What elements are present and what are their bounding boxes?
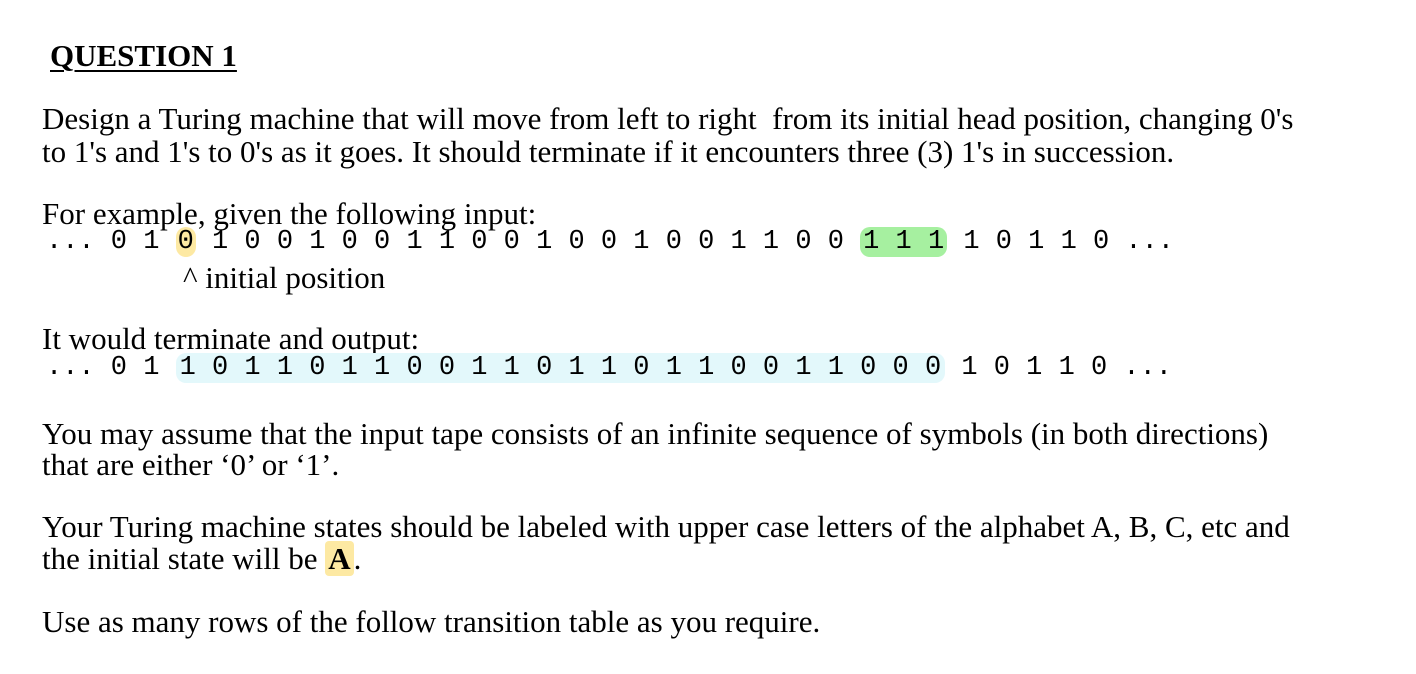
question-title: QUESTION 1 — [50, 38, 237, 73]
states-line-2: the initial state will be A. — [42, 541, 362, 576]
initial-state-label: A — [325, 541, 354, 576]
tape-terminate-ones: 1 1 1 — [860, 227, 948, 257]
rows-note: Use as many rows of the follow transitio… — [42, 604, 821, 639]
example-label: For example, given the following input: — [42, 196, 537, 231]
states-line-2-suffix: . — [353, 541, 362, 576]
output-tape-suffix: 1 0 1 1 0 ... — [945, 353, 1172, 383]
intro-line-2: to 1's and 1's to 0's as it goes. It sho… — [42, 134, 1175, 169]
tape-middle: 1 0 0 1 0 0 1 1 0 0 1 0 0 1 0 0 1 1 0 0 — [195, 227, 861, 257]
input-tape: ... 0 1 0 1 0 0 1 0 0 1 1 0 0 1 0 0 1 0 … — [46, 227, 1174, 257]
states-line-2-prefix: the initial state will be — [42, 541, 326, 576]
output-tape-prefix: ... 0 1 — [46, 353, 176, 383]
states-line-1: Your Turing machine states should be lab… — [42, 509, 1290, 544]
tape-suffix: 1 0 1 1 0 ... — [947, 227, 1174, 257]
initial-position-caret: ^ initial position — [183, 260, 386, 295]
output-tape-changed: 1 0 1 1 0 1 1 0 0 1 1 0 1 1 0 1 1 0 0 1 … — [175, 353, 946, 383]
assume-line-1: You may assume that the input tape consi… — [42, 416, 1269, 451]
tape-prefix: ... 0 1 — [46, 227, 176, 257]
output-label: It would terminate and output: — [42, 321, 420, 356]
output-tape: ... 0 1 1 0 1 1 0 1 1 0 0 1 1 0 1 1 0 1 … — [46, 353, 1172, 383]
intro-line-1: Design a Turing machine that will move f… — [42, 101, 1294, 136]
tape-head-symbol: 0 — [175, 227, 196, 257]
assume-line-2: that are either ‘0’ or ‘1’. — [42, 447, 340, 482]
